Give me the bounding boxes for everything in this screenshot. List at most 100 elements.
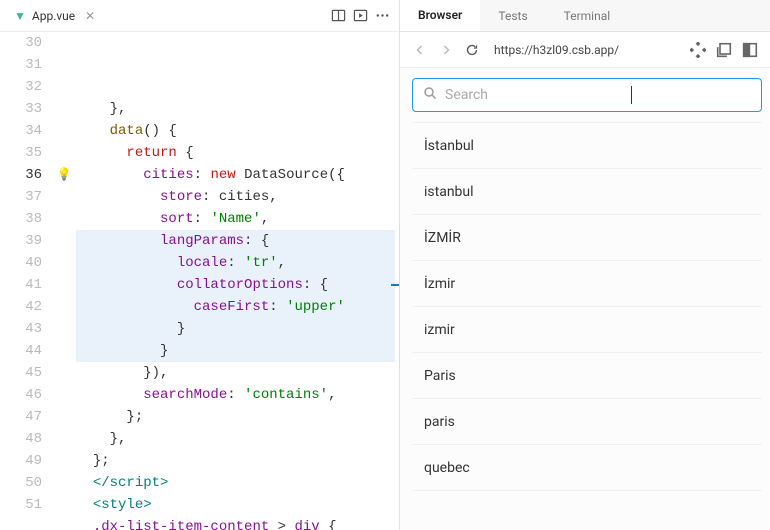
preview-tab-tests[interactable]: Tests [480,0,545,31]
line-number: 47 [0,406,42,428]
line-number: 30 [0,32,42,54]
line-number: 50 [0,472,42,494]
line-number: 41 [0,274,42,296]
editor-pane: ▼ App.vue ✕ 3031323334353637383940414243… [0,0,400,530]
split-editor-icon[interactable] [327,5,349,27]
search-icon [423,86,437,104]
gutter-mark [52,120,76,142]
editor-tab-bar: ▼ App.vue ✕ [0,0,399,32]
code-line[interactable]: data() { [76,120,395,142]
address-bar: https://h3zl09.csb.app/ [400,32,770,68]
list-item[interactable]: Paris [412,353,762,399]
code-line[interactable]: searchMode: 'contains', [76,384,395,406]
app-surface: İstanbulistanbulİZMİRİzmirizmirParispari… [400,68,770,530]
gutter-mark [52,230,76,252]
gutter-mark [52,318,76,340]
code-line[interactable]: .dx-list-item-content > div { [76,516,395,530]
code-line[interactable]: <style> [76,494,395,516]
gutter-mark [52,472,76,494]
line-number-gutter: 3031323334353637383940414243444546474849… [0,32,52,530]
line-number: 46 [0,384,42,406]
code-line[interactable]: locale: 'tr', [76,252,395,274]
expand-icon[interactable] [742,42,758,58]
list-item[interactable]: paris [412,399,762,445]
text-cursor [631,86,632,104]
close-icon[interactable]: ✕ [83,7,97,25]
code-line[interactable]: }), [76,362,395,384]
gutter-mark [52,450,76,472]
line-number: 40 [0,252,42,274]
run-preview-icon[interactable] [349,5,371,27]
line-number: 37 [0,186,42,208]
search-box[interactable] [412,78,762,112]
code-line[interactable]: cities: new DataSource({ [76,164,395,186]
line-number: 45 [0,362,42,384]
code-area[interactable]: 3031323334353637383940414243444546474849… [0,32,399,530]
line-number: 31 [0,54,42,76]
nav-forward-icon[interactable] [438,42,454,58]
line-number: 51 [0,494,42,516]
code-line[interactable]: }; [76,406,395,428]
code-line[interactable]: collatorOptions: { [76,274,395,296]
list-item[interactable]: İzmir [412,261,762,307]
nav-back-icon[interactable] [412,42,428,58]
gutter-mark [52,32,76,54]
line-number: 39 [0,230,42,252]
code-line[interactable]: }, [76,428,395,450]
reload-icon[interactable] [464,42,480,58]
preview-tab-terminal[interactable]: Terminal [546,0,629,31]
list-item[interactable]: İZMİR [412,215,762,261]
line-number: 44 [0,340,42,362]
city-list[interactable]: İstanbulistanbulİZMİRİzmirizmirParispari… [412,122,762,520]
code-line[interactable]: store: cities, [76,186,395,208]
preview-tab-bar: BrowserTestsTerminal [400,0,770,32]
code-line[interactable]: sort: 'Name', [76,208,395,230]
minimap-tick [391,284,399,286]
gutter-mark [52,406,76,428]
list-item[interactable]: istanbul [412,169,762,215]
gutter-mark: 💡 [52,164,76,186]
more-icon[interactable] [371,5,393,27]
file-name: App.vue [32,9,75,23]
search-input[interactable] [445,87,623,103]
line-number: 49 [0,450,42,472]
code-line[interactable]: return { [76,142,395,164]
line-number: 48 [0,428,42,450]
gutter-mark [52,98,76,120]
code-line[interactable]: }, [76,98,395,120]
gutter-mark [52,340,76,362]
lightbulb-icon[interactable]: 💡 [57,164,72,186]
gutter-mark [52,76,76,98]
file-tab[interactable]: ▼ App.vue [6,0,83,31]
open-window-icon[interactable] [716,42,732,58]
list-item[interactable]: quebec [412,445,762,491]
line-number: 32 [0,76,42,98]
code-line[interactable]: </script> [76,472,395,494]
code-line[interactable]: } [76,340,395,362]
line-number: 35 [0,142,42,164]
gutter-mark [52,384,76,406]
code-line[interactable]: langParams: { [76,230,395,252]
line-number: 43 [0,318,42,340]
line-number: 33 [0,98,42,120]
codesandbox-icon[interactable] [690,42,706,58]
code-lines[interactable]: }, data() { return { cities: new DataSou… [76,32,399,530]
code-line[interactable]: }; [76,450,395,472]
url-field[interactable]: https://h3zl09.csb.app/ [490,43,680,57]
gutter-mark [52,274,76,296]
code-line[interactable]: } [76,318,395,340]
preview-pane: BrowserTestsTerminal https://h3zl09.csb.… [400,0,770,530]
line-number: 34 [0,120,42,142]
list-item[interactable]: İstanbul [412,123,762,169]
gutter-mark [52,186,76,208]
gutter-mark [52,252,76,274]
gutter-mark [52,494,76,516]
vue-icon: ▼ [14,9,26,23]
line-number: 38 [0,208,42,230]
gutter-mark [52,296,76,318]
gutter-mark [52,54,76,76]
list-item[interactable]: izmir [412,307,762,353]
preview-tab-browser[interactable]: Browser [400,0,480,31]
code-line[interactable]: caseFirst: 'upper' [76,296,395,318]
gutter-mark [52,428,76,450]
